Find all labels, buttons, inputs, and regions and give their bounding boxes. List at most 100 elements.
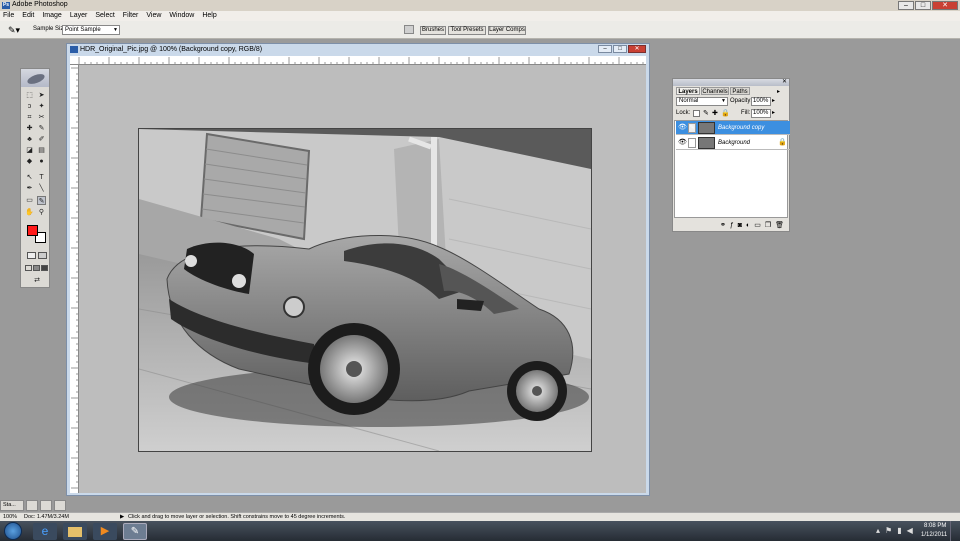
sample-size-select[interactable]: Point Sample ▼ xyxy=(62,25,120,35)
tab-layers[interactable]: Layers xyxy=(676,87,700,95)
menu-edit[interactable]: Edit xyxy=(22,11,34,21)
pen-tool-icon[interactable]: ✒ xyxy=(25,184,34,193)
screen-mode-full-menu-icon[interactable] xyxy=(33,265,40,271)
chevron-right-icon[interactable]: ▸ xyxy=(772,97,775,104)
palette-well-icon[interactable] xyxy=(404,25,414,34)
show-desktop-button[interactable] xyxy=(950,521,960,541)
crop-tool-icon[interactable]: ⌗ xyxy=(25,113,34,122)
document-window-controls: – □ ✕ xyxy=(598,45,646,53)
tab-paths[interactable]: Paths xyxy=(730,87,750,95)
healing-brush-tool-icon[interactable]: ✚ xyxy=(25,124,34,133)
slice-tool-icon[interactable]: ✂ xyxy=(37,113,46,122)
zoom-tool-icon[interactable]: ⚲ xyxy=(37,208,46,217)
magic-wand-tool-icon[interactable]: ✦ xyxy=(37,102,46,111)
gradient-tool-icon[interactable]: ▤ xyxy=(37,146,46,155)
doc-close-button[interactable]: ✕ xyxy=(628,45,646,53)
eraser-tool-icon[interactable]: ◪ xyxy=(25,146,34,155)
menu-filter[interactable]: Filter xyxy=(123,11,139,21)
menu-image[interactable]: Image xyxy=(42,11,61,21)
photoshop-app-icon: Ps xyxy=(2,2,10,9)
menu-select[interactable]: Select xyxy=(95,11,114,21)
minimized-palette-status[interactable]: Sta... xyxy=(0,500,24,511)
minimized-palette-3[interactable] xyxy=(40,500,52,511)
image-canvas[interactable] xyxy=(138,128,592,452)
type-tool-icon[interactable]: T xyxy=(37,173,46,182)
layer-mask-icon[interactable]: ◙ xyxy=(738,221,742,231)
taskbar-ie-icon[interactable]: e xyxy=(33,523,57,540)
lock-position-icon[interactable]: ✚ xyxy=(712,109,718,117)
options-bar: ✎▾ Sample Size: Point Sample ▼ Brushes T… xyxy=(0,21,960,39)
lock-all-icon[interactable]: 🔒 xyxy=(721,109,730,117)
menu-window[interactable]: Window xyxy=(169,11,194,21)
minimized-palette-4[interactable] xyxy=(54,500,66,511)
layer-row-background[interactable]: 👁 Background 🔒 xyxy=(676,136,790,150)
history-brush-tool-icon[interactable]: ✐ xyxy=(37,135,46,144)
clock-time[interactable]: 8:08 PM xyxy=(924,523,946,529)
minimized-palette-2[interactable] xyxy=(26,500,38,511)
flag-icon[interactable]: ⚑ xyxy=(885,526,892,535)
close-button[interactable]: ✕ xyxy=(932,1,958,10)
edit-in-imageready-icon[interactable]: ⇄ xyxy=(30,276,44,285)
marquee-tool-icon[interactable]: ⬚ xyxy=(25,91,34,100)
eye-icon[interactable]: 👁 xyxy=(678,124,687,132)
screen-mode-standard-icon[interactable] xyxy=(25,265,32,271)
dodge-tool-icon[interactable]: ● xyxy=(37,157,46,166)
layers-panel-titlebar[interactable]: ✕ xyxy=(673,79,789,86)
document-canvas-area[interactable] xyxy=(70,56,646,493)
layer-row-background-copy[interactable]: 👁 ✎ Background copy xyxy=(676,121,790,135)
tray-arrow-icon[interactable]: ▴ xyxy=(876,526,880,535)
eye-icon[interactable]: 👁 xyxy=(678,139,687,147)
quick-mask-mode-icon[interactable] xyxy=(38,252,47,259)
volume-icon[interactable]: ◀ xyxy=(907,526,913,535)
fill-input[interactable]: 100% xyxy=(751,109,771,118)
blur-tool-icon[interactable]: ◆ xyxy=(25,157,34,166)
network-icon[interactable]: ▮ xyxy=(897,526,901,535)
blend-mode-select[interactable]: Normal ▼ xyxy=(676,97,728,106)
minimize-button[interactable]: – xyxy=(898,1,914,10)
taskbar-explorer-icon[interactable] xyxy=(63,523,87,540)
path-selection-tool-icon[interactable]: ↖ xyxy=(25,173,34,182)
new-group-icon[interactable]: ▭ xyxy=(754,221,761,231)
taskbar-photoshop-icon[interactable]: ✎ xyxy=(123,523,147,540)
menu-file[interactable]: File xyxy=(3,11,14,21)
lasso-tool-icon[interactable]: ↄ xyxy=(25,102,34,111)
notes-tool-icon[interactable]: ▭ xyxy=(25,196,34,205)
clone-stamp-tool-icon[interactable]: ♣ xyxy=(25,135,34,144)
menu-help[interactable]: Help xyxy=(202,11,216,21)
panel-menu-icon[interactable]: ▸ xyxy=(777,88,780,95)
chevron-right-icon[interactable]: ▸ xyxy=(772,109,775,116)
tab-brushes[interactable]: Brushes xyxy=(420,26,446,35)
link-slot[interactable] xyxy=(688,138,696,148)
shape-tool-icon[interactable]: ╲ xyxy=(37,184,46,193)
tab-layer-comps[interactable]: Layer Comps xyxy=(488,26,526,35)
screen-mode-full-icon[interactable] xyxy=(41,265,48,271)
brush-tool-icon[interactable]: ✎ xyxy=(37,124,46,133)
toolbox-header[interactable] xyxy=(21,69,49,87)
taskbar-media-player-icon[interactable]: ▶ xyxy=(93,523,117,540)
layer-style-icon[interactable]: ƒ xyxy=(730,221,734,231)
adjustment-layer-icon[interactable]: ◐ xyxy=(746,221,750,231)
link-layers-icon[interactable]: ⚭ xyxy=(720,221,726,231)
eyedropper-tool-preset-icon[interactable]: ✎▾ xyxy=(8,25,20,36)
maximize-button[interactable]: □ xyxy=(915,1,931,10)
lock-transparency-icon[interactable] xyxy=(693,110,700,117)
tab-tool-presets[interactable]: Tool Presets xyxy=(448,26,486,35)
start-button[interactable] xyxy=(4,522,22,540)
tab-channels[interactable]: Channels xyxy=(701,87,729,95)
trash-icon[interactable]: 🗑 xyxy=(775,221,784,231)
clock-date[interactable]: 1/12/2011 xyxy=(921,532,947,538)
eyedropper-tool-icon[interactable]: ✎ xyxy=(37,196,46,205)
menu-layer[interactable]: Layer xyxy=(70,11,88,21)
hand-tool-icon[interactable]: ✋ xyxy=(25,208,34,217)
menu-view[interactable]: View xyxy=(146,11,161,21)
close-icon[interactable]: ✕ xyxy=(782,78,787,85)
sample-size-value: Point Sample xyxy=(65,27,101,33)
opacity-input[interactable]: 100% xyxy=(751,97,771,106)
doc-maximize-button[interactable]: □ xyxy=(613,45,627,53)
foreground-color-swatch[interactable] xyxy=(27,225,38,236)
new-layer-icon[interactable]: ❐ xyxy=(765,221,771,231)
lock-pixels-icon[interactable]: ✎ xyxy=(703,109,709,117)
standard-mode-icon[interactable] xyxy=(27,252,36,259)
move-tool-icon[interactable]: ➤ xyxy=(37,91,46,100)
doc-minimize-button[interactable]: – xyxy=(598,45,612,53)
